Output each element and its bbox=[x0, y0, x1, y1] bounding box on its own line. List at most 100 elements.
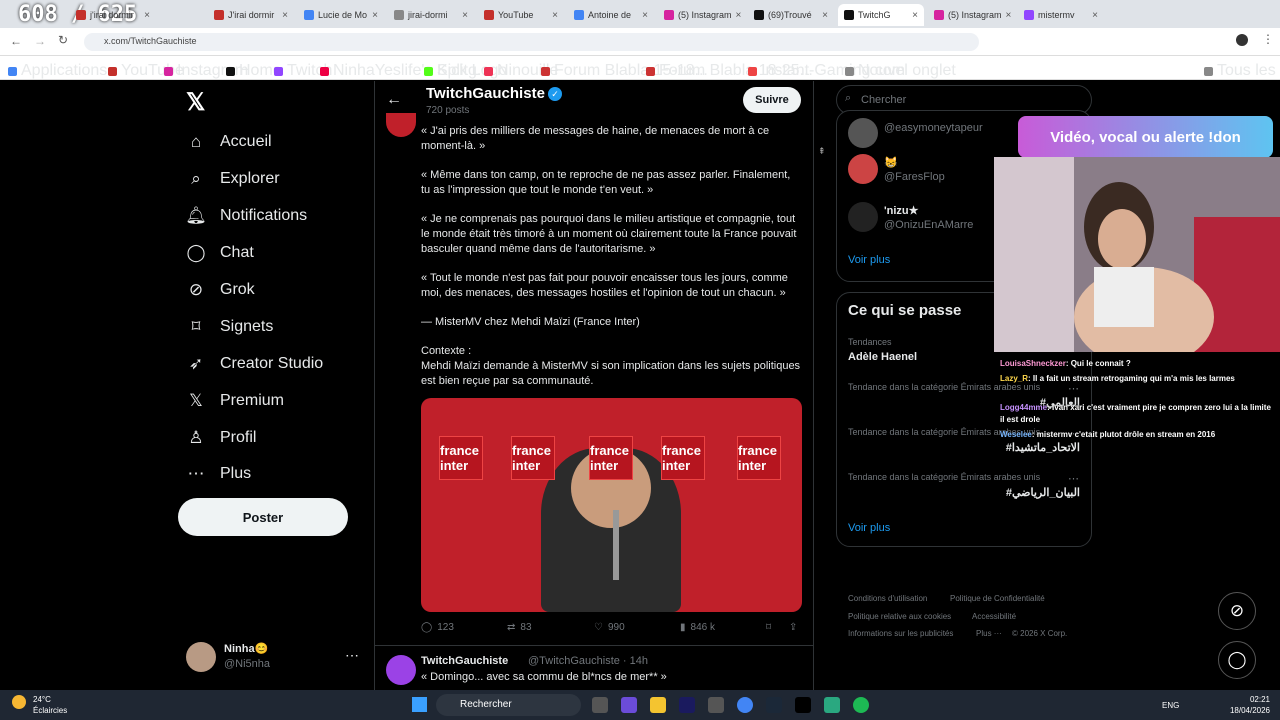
tab-close-icon[interactable]: × bbox=[912, 10, 918, 21]
tab-label: (5) Instagram bbox=[948, 10, 1002, 20]
chrome-icon[interactable] bbox=[737, 697, 753, 713]
tab-close-icon[interactable]: × bbox=[462, 10, 468, 21]
browser-tab[interactable]: J'irai dormir × bbox=[208, 4, 294, 26]
tab-close-icon[interactable]: × bbox=[1092, 10, 1098, 21]
steam-icon[interactable] bbox=[766, 697, 782, 713]
tab-close-icon[interactable]: × bbox=[1006, 10, 1012, 21]
browser-tab[interactable]: (69)Trouvé × bbox=[748, 4, 834, 26]
bookmark-item[interactable]: Tous les favoris bbox=[1204, 62, 1280, 80]
footer-link[interactable]: Conditions d'utilisation bbox=[848, 594, 927, 603]
footer-link[interactable]: Politique de Confidentialité bbox=[950, 594, 1045, 603]
tab-close-icon[interactable]: × bbox=[372, 10, 378, 21]
footer-link[interactable]: Plus ··· bbox=[976, 629, 1002, 638]
tiktok-icon[interactable] bbox=[795, 697, 811, 713]
footer-link[interactable]: Politique relative aux cookies bbox=[848, 612, 951, 621]
bookmark-favicon-icon bbox=[484, 66, 493, 76]
bookmark-item[interactable]: Nouvel onglet bbox=[845, 62, 956, 80]
browser-tab[interactable]: TwitchG × bbox=[838, 4, 924, 26]
tab-close-icon[interactable]: × bbox=[282, 10, 288, 21]
clock-time[interactable]: 02:21 bbox=[1222, 695, 1270, 704]
nav-item-notifications[interactable]: 🔔︎ Notifications bbox=[185, 206, 307, 226]
suggestion-avatar[interactable] bbox=[848, 154, 878, 184]
browser-profile-avatar[interactable] bbox=[1236, 34, 1248, 46]
back-icon[interactable]: ← bbox=[10, 34, 22, 48]
clock-date[interactable]: 18/04/2026 bbox=[1222, 706, 1270, 715]
keyboard-language[interactable]: ENG bbox=[1162, 701, 1179, 710]
obs-icon[interactable] bbox=[708, 697, 724, 713]
suggestion-handle: @easymoneytapeur bbox=[884, 122, 983, 134]
weather-icon[interactable] bbox=[12, 695, 26, 709]
like-action[interactable]: ♡ 990 bbox=[594, 622, 625, 633]
app-green-icon[interactable] bbox=[824, 697, 840, 713]
repost-action[interactable]: ⇄ 83 bbox=[507, 622, 532, 633]
trend-name[interactable]: #الاتحاد_ماتشيدا bbox=[848, 441, 1080, 454]
nav-item-profil[interactable]: ♙ Profil bbox=[186, 428, 256, 448]
app-icon[interactable] bbox=[621, 697, 637, 713]
forward-icon[interactable]: → bbox=[34, 34, 46, 48]
file-explorer-icon[interactable] bbox=[650, 697, 666, 713]
suggestion-name: 😸 bbox=[884, 157, 898, 169]
back-arrow-icon[interactable]: ← bbox=[386, 91, 402, 109]
url-input[interactable]: x.com/TwitchGauchiste bbox=[84, 33, 979, 51]
footer-link[interactable]: Informations sur les publicités bbox=[848, 629, 953, 638]
tab-label: (69)Trouvé bbox=[768, 10, 812, 20]
tweet-media-video[interactable]: france inter france inter france inter fran… bbox=[421, 398, 802, 612]
task-view-icon[interactable] bbox=[592, 697, 608, 713]
suggestion-avatar[interactable] bbox=[848, 118, 878, 148]
trends-more-link[interactable]: Voir plus bbox=[848, 522, 890, 534]
tab-close-icon[interactable]: × bbox=[822, 10, 828, 21]
browser-tab[interactable]: j'irai dormir × bbox=[70, 4, 156, 26]
account-more-icon[interactable]: ⋯ bbox=[345, 647, 359, 664]
bookmark-favicon-icon bbox=[164, 66, 173, 76]
bookmark-item[interactable]: Applications bbox=[8, 62, 107, 80]
who-to-follow-more-link[interactable]: Voir plus bbox=[848, 254, 890, 266]
nav-item-explorer[interactable]: ⌕ Explorer bbox=[186, 169, 279, 189]
bookmark-favicon-icon bbox=[108, 66, 117, 76]
messages-fab-icon[interactable]: ◯ bbox=[1218, 641, 1256, 679]
verified-badge-icon: ✓ bbox=[548, 87, 562, 101]
follow-button[interactable]: Suivre bbox=[743, 87, 801, 113]
views-chart-icon: ▮ bbox=[680, 622, 686, 633]
nav-item-plus[interactable]: ⋯ Plus bbox=[186, 464, 252, 484]
more-icon: ⋯ bbox=[187, 464, 205, 483]
browser-menu-icon[interactable]: ⋮ bbox=[1262, 32, 1274, 46]
nav-item-accueil[interactable]: ⌂ Accueil bbox=[186, 132, 272, 152]
home-icon: ⌂ bbox=[190, 132, 202, 151]
browser-tab[interactable]: Antoine de × bbox=[568, 4, 654, 26]
browser-tab[interactable]: jirai-dormi × bbox=[388, 4, 474, 26]
nav-item-premium[interactable]: 𝕏 Premium bbox=[186, 391, 284, 411]
tab-close-icon[interactable]: × bbox=[144, 10, 150, 21]
grok-fab-icon[interactable]: ⊘ bbox=[1218, 592, 1256, 630]
trend-more-icon[interactable]: ⋯ bbox=[1068, 472, 1079, 485]
share-action[interactable]: ⇪ bbox=[789, 622, 797, 633]
nav-item-grok[interactable]: ⊘ Grok bbox=[186, 280, 255, 300]
reload-icon[interactable]: ↻ bbox=[58, 33, 68, 47]
nav-item-chat[interactable]: ◯ Chat bbox=[186, 243, 253, 263]
browser-tab[interactable]: YouTube × bbox=[478, 4, 564, 26]
bookmark-action[interactable]: ⌑ bbox=[766, 622, 771, 633]
reply-action[interactable]: ◯ 123 bbox=[421, 622, 454, 633]
tab-favicon-icon bbox=[1024, 10, 1034, 20]
browser-tab[interactable]: (5) Instagram × bbox=[658, 4, 744, 26]
next-tweet-avatar[interactable] bbox=[386, 655, 416, 685]
windows-start-icon[interactable] bbox=[412, 697, 427, 712]
trend-name[interactable]: #البيان_الرياضي bbox=[848, 486, 1080, 499]
account-avatar[interactable] bbox=[186, 642, 216, 672]
nav-label: Plus bbox=[220, 465, 252, 482]
footer-link[interactable]: © 2026 X Corp. bbox=[1012, 629, 1067, 638]
browser-tab[interactable]: Lucie de Mo × bbox=[298, 4, 384, 26]
tab-close-icon[interactable]: × bbox=[642, 10, 648, 21]
views-action[interactable]: ▮ 846 k bbox=[680, 622, 715, 633]
x-logo-icon[interactable]: 𝕏 bbox=[186, 88, 205, 117]
suggestion-avatar[interactable] bbox=[848, 202, 878, 232]
tab-close-icon[interactable]: × bbox=[552, 10, 558, 21]
tab-close-icon[interactable]: × bbox=[736, 10, 742, 21]
browser-tab[interactable]: (5) Instagram × bbox=[928, 4, 1014, 26]
nav-item-signets[interactable]: ⌑ Signets bbox=[186, 317, 274, 337]
footer-link[interactable]: Accessibilité bbox=[972, 612, 1016, 621]
spotify-icon[interactable] bbox=[853, 697, 869, 713]
premiere-icon[interactable] bbox=[679, 697, 695, 713]
nav-item-creator-studio[interactable]: ➶ Creator Studio bbox=[186, 354, 323, 374]
post-button[interactable]: Poster bbox=[178, 498, 348, 536]
browser-tab[interactable]: mistermv × bbox=[1018, 4, 1104, 26]
